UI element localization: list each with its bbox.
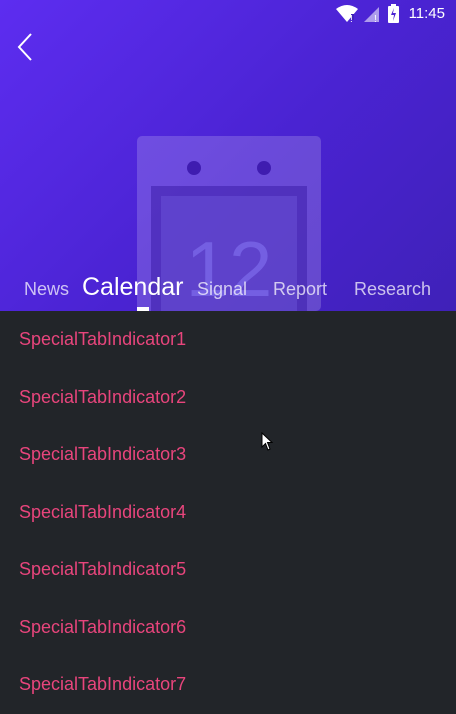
status-icons: ! ! 11:45: [335, 4, 445, 23]
status-bar: ! ! 11:45: [0, 0, 456, 28]
list-item[interactable]: SpecialTabIndicator2: [0, 369, 456, 427]
list-item[interactable]: SpecialTabIndicator1: [0, 311, 456, 369]
back-button[interactable]: [14, 31, 40, 63]
tab-report[interactable]: Report: [273, 272, 327, 306]
tab-research[interactable]: Research: [354, 272, 431, 306]
list-item[interactable]: SpecialTabIndicator3: [0, 426, 456, 484]
svg-text:!: !: [374, 14, 377, 23]
signal-icon: !: [363, 6, 379, 23]
tab-bar: News Calendar Signal Report Research: [0, 270, 456, 311]
list-item[interactable]: SpecialTabIndicator7: [0, 656, 456, 714]
status-time: 11:45: [408, 5, 445, 22]
mouse-cursor-icon: [261, 432, 274, 451]
list-item[interactable]: SpecialTabIndicator5: [0, 541, 456, 599]
tab-signal[interactable]: Signal: [197, 272, 247, 306]
svg-text:!: !: [350, 14, 353, 23]
header: ! ! 11:45 12 News Calendar Signal Report…: [0, 0, 456, 311]
back-arrow-icon: [17, 33, 32, 61]
indicator-list: SpecialTabIndicator1 SpecialTabIndicator…: [0, 311, 456, 714]
wifi-icon: !: [335, 4, 358, 23]
tab-calendar[interactable]: Calendar: [82, 270, 183, 304]
battery-icon: [387, 4, 399, 23]
list-item[interactable]: SpecialTabIndicator6: [0, 599, 456, 657]
list-item[interactable]: SpecialTabIndicator4: [0, 484, 456, 542]
tab-news[interactable]: News: [24, 272, 69, 306]
